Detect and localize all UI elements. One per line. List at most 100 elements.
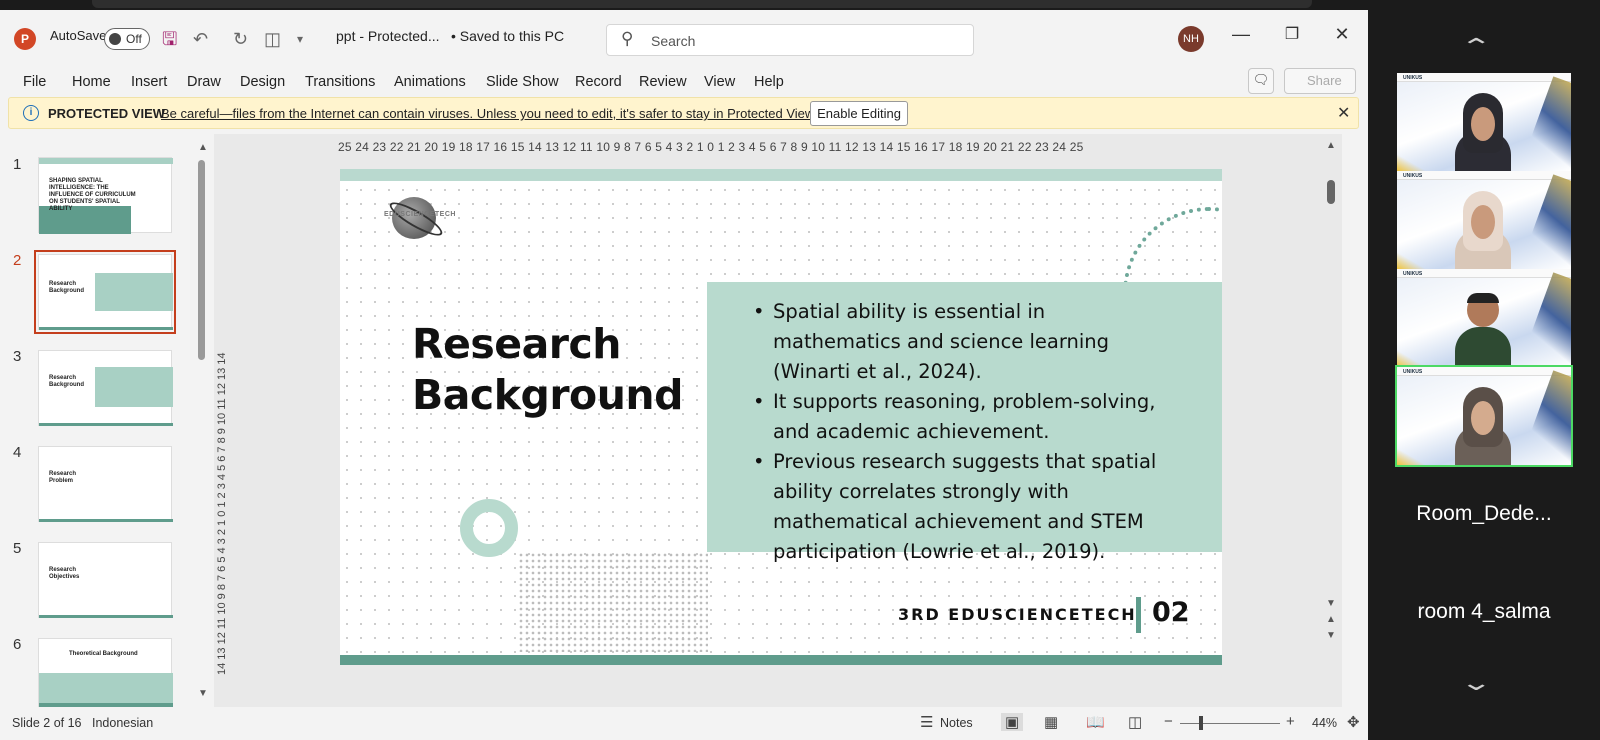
- bullet-item: Previous research suggests that spatial …: [753, 447, 1173, 567]
- zoom-out-icon[interactable]: −: [1164, 713, 1173, 730]
- scroll-up-icon[interactable]: ▲: [198, 142, 208, 153]
- share-label: Share: [1307, 73, 1342, 88]
- banner-text: UNIKUS: [1403, 75, 1423, 81]
- meeting-video-panel: ⌃ UNIKUS UNIKUS UNIKUS UNIKUS Room_Dede.…: [1368, 10, 1600, 740]
- tab-slide-show[interactable]: Slide Show: [486, 74, 559, 90]
- video-tile[interactable]: UNIKUS: [1397, 269, 1571, 367]
- video-tile-active-speaker[interactable]: UNIKUS: [1395, 365, 1573, 467]
- slide-thumbnail-1[interactable]: SHAPING SPATIAL INTELLIGENCE: THE INFLUE…: [38, 157, 173, 234]
- fit-to-window-icon[interactable]: ✥: [1347, 713, 1360, 731]
- tab-review[interactable]: Review: [639, 74, 687, 90]
- logo-text: EDUSCIENCETECH: [384, 211, 456, 218]
- slide-thumbnail-2[interactable]: Research Background: [34, 250, 176, 334]
- search-input[interactable]: Search: [651, 33, 695, 49]
- enable-editing-button[interactable]: Enable Editing: [810, 101, 908, 126]
- globe-logo-icon: [392, 197, 436, 239]
- slide-thumbnail-6[interactable]: Theoretical Background: [38, 638, 173, 707]
- tab-insert[interactable]: Insert: [131, 74, 167, 90]
- zoom-level[interactable]: 44%: [1312, 716, 1337, 730]
- notes-button[interactable]: Notes: [940, 716, 973, 730]
- autosave-label: AutoSave: [50, 28, 107, 43]
- normal-view-icon[interactable]: ▣: [1001, 713, 1024, 731]
- slide-thumbnail-5[interactable]: Research Objectives: [38, 542, 173, 618]
- tab-record[interactable]: Record: [575, 74, 622, 90]
- autosave-toggle[interactable]: Off: [104, 28, 150, 50]
- slide-bottom-band: [340, 655, 1222, 665]
- slide-thumbnail-4[interactable]: Research Problem: [38, 446, 173, 522]
- tab-view[interactable]: View: [704, 74, 735, 90]
- search-icon: ⚲: [621, 29, 634, 48]
- thumb-title: Research Background: [49, 375, 85, 388]
- scroll-down-icon[interactable]: ▼: [1326, 598, 1336, 609]
- tab-design[interactable]: Design: [240, 74, 285, 90]
- reading-view-icon[interactable]: 📖: [1086, 713, 1105, 731]
- zoom-slider-handle[interactable]: [1199, 716, 1203, 730]
- bullet-item: It supports reasoning, problem-solving, …: [753, 387, 1173, 447]
- user-avatar[interactable]: NH: [1178, 26, 1204, 52]
- powerpoint-logo-icon: P: [14, 28, 36, 50]
- banner-text: UNIKUS: [1403, 271, 1423, 277]
- chevron-up-icon[interactable]: ⌃: [1460, 34, 1493, 60]
- scrollbar-thumb[interactable]: [198, 160, 205, 360]
- thumb-number: 3: [13, 348, 22, 365]
- thumb-number: 5: [13, 540, 22, 557]
- present-from-start-icon[interactable]: ◫: [264, 28, 281, 50]
- redo-icon[interactable]: ↻: [233, 28, 248, 50]
- close-bar-icon[interactable]: ✕: [1337, 103, 1350, 123]
- save-icon[interactable]: 🖫: [162, 28, 177, 50]
- close-icon[interactable]: ✕: [1327, 24, 1357, 45]
- customize-toolbar-chevron-icon[interactable]: ▾: [297, 28, 303, 50]
- horizontal-ruler: 25 24 23 22 21 20 19 18 17 16 15 14 13 1…: [338, 140, 1084, 154]
- zoom-slider[interactable]: [1180, 723, 1280, 724]
- thumb-title: Theoretical Background: [69, 651, 138, 657]
- slide-top-band: [340, 169, 1222, 181]
- protected-view-message-link[interactable]: Be careful—files from the Internet can c…: [161, 106, 817, 121]
- zoom-in-icon[interactable]: +: [1286, 713, 1295, 730]
- language-indicator[interactable]: Indonesian: [92, 716, 153, 730]
- slide-thumbnail-3[interactable]: Research Background: [38, 350, 173, 426]
- tab-help[interactable]: Help: [754, 74, 784, 90]
- vertical-ruler: 14 13 12 11 10 9 8 7 6 5 4 3 2 1 0 1 2 3…: [216, 352, 228, 675]
- tab-transitions[interactable]: Transitions: [305, 74, 375, 90]
- next-slide-icon[interactable]: ▼: [1326, 630, 1336, 641]
- chevron-down-icon[interactable]: ⌄: [1460, 670, 1493, 696]
- thumb-number: 6: [13, 636, 22, 653]
- slide-show-icon[interactable]: ◫: [1128, 713, 1142, 731]
- footer-divider: [1136, 597, 1141, 633]
- scrollbar-thumb[interactable]: [1327, 180, 1335, 204]
- scroll-up-icon[interactable]: ▲: [1326, 140, 1336, 151]
- minimize-icon[interactable]: —: [1226, 24, 1256, 45]
- thumbnails-scrollbar[interactable]: ▲ ▼: [198, 142, 208, 702]
- bullet-item: Spatial ability is essential in mathemat…: [753, 297, 1173, 387]
- share-button[interactable]: Share: [1284, 68, 1356, 94]
- banner-text: UNIKUS: [1403, 369, 1423, 375]
- slide-title-line: Research: [412, 320, 621, 368]
- search-box[interactable]: ⚲ Search: [606, 24, 974, 56]
- halftone-decoration: [518, 552, 708, 652]
- status-bar: Slide 2 of 16 Indonesian ☰ Notes ▣ ▦ 📖 ◫…: [0, 707, 1368, 740]
- slide-canvas[interactable]: EDUSCIENCETECH Research Background Spati…: [340, 169, 1222, 665]
- slide-sorter-icon[interactable]: ▦: [1044, 713, 1058, 731]
- editor-scrollbar[interactable]: ▲ ▼ ▲ ▼: [1324, 140, 1338, 660]
- restore-icon[interactable]: ❐: [1277, 24, 1307, 44]
- tab-home[interactable]: Home: [72, 74, 111, 90]
- thumb-number: 4: [13, 444, 22, 461]
- scroll-down-icon[interactable]: ▼: [198, 688, 208, 699]
- thumb-title: Research Objectives: [49, 567, 80, 580]
- thumb-title: Research Background: [49, 281, 85, 294]
- slide-footer: 3RD EDUSCIENCETECH: [898, 605, 1137, 624]
- participant-name[interactable]: room 4_salma: [1368, 600, 1600, 624]
- thumb-title: Research Problem: [49, 471, 77, 484]
- tab-draw[interactable]: Draw: [187, 74, 221, 90]
- participant-name[interactable]: Room_Dede...: [1368, 502, 1600, 526]
- tab-file[interactable]: File: [23, 74, 46, 90]
- tab-animations[interactable]: Animations: [394, 74, 466, 90]
- slide-page-number: 02: [1152, 597, 1190, 628]
- undo-icon[interactable]: ↶: [193, 28, 208, 50]
- shield-info-icon: i: [23, 105, 39, 121]
- notes-icon[interactable]: ☰: [920, 713, 933, 731]
- previous-slide-icon[interactable]: ▲: [1326, 614, 1336, 625]
- comments-icon[interactable]: 🗨: [1248, 68, 1274, 94]
- video-tile[interactable]: UNIKUS: [1397, 171, 1571, 269]
- video-tile[interactable]: UNIKUS: [1397, 73, 1571, 171]
